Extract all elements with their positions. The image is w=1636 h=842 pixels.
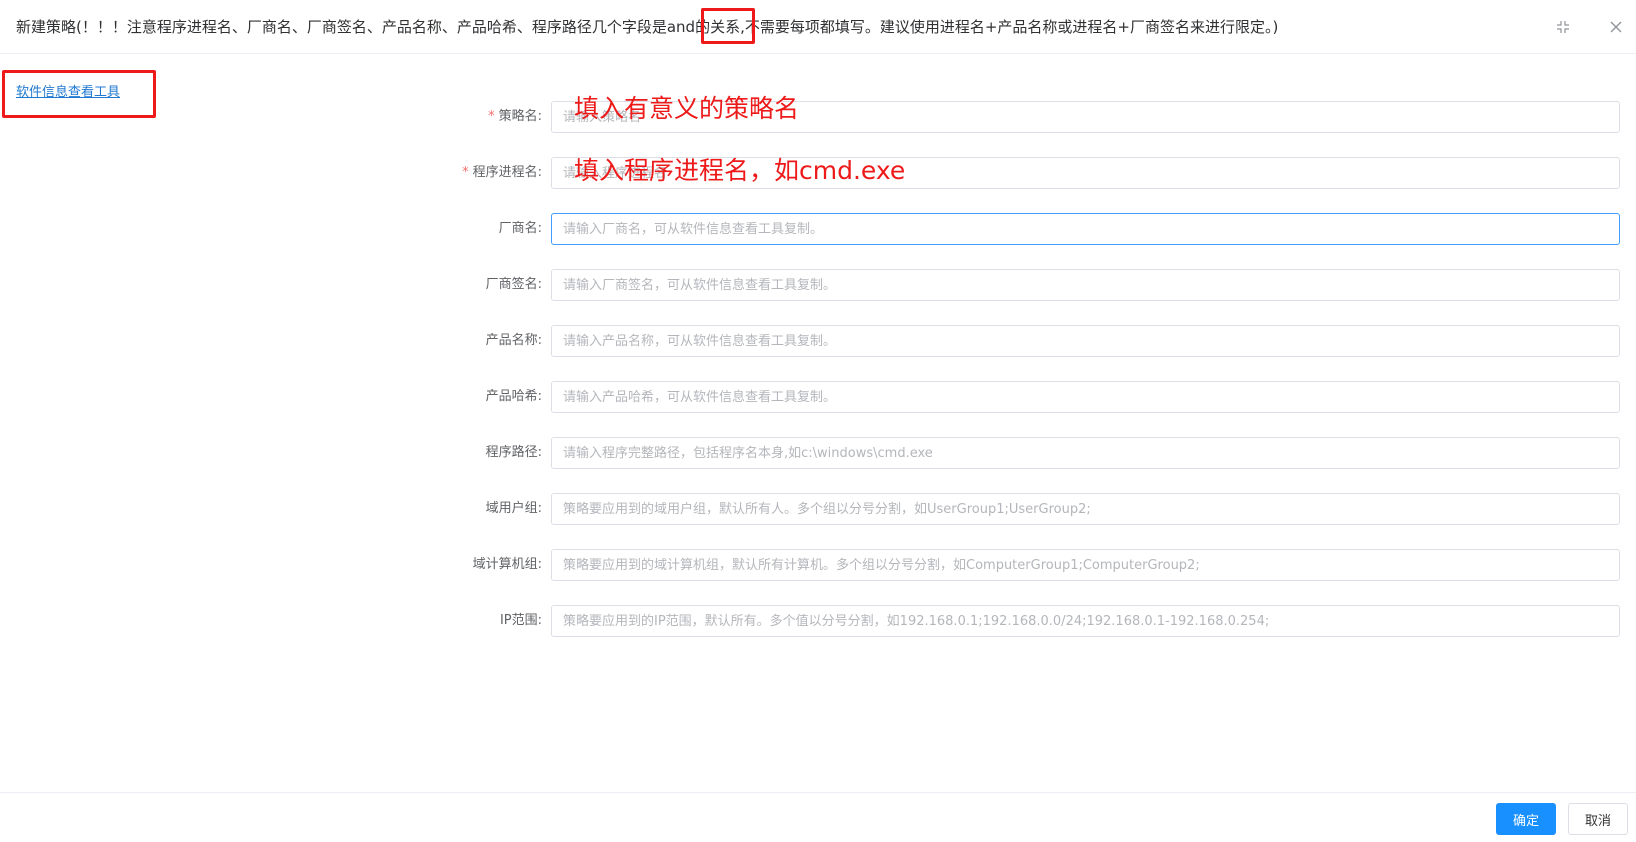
policy-name-label-text: 策略名: — [498, 109, 542, 124]
vendor-name-input[interactable] — [551, 213, 1620, 245]
form-row-vendor-name: 厂商名: — [0, 213, 1636, 245]
vendor-signature-input[interactable] — [551, 269, 1620, 301]
form-row-process-name: * 程序进程名: — [0, 157, 1636, 189]
policy-name-label: * 策略名: — [488, 101, 542, 133]
form-row-policy-name: * 策略名: — [0, 101, 1636, 133]
program-path-input[interactable] — [551, 437, 1620, 469]
vendor-signature-label: 厂商签名: — [485, 277, 542, 292]
domain-computer-group-input[interactable] — [551, 549, 1620, 581]
fullscreen-shrink-icon[interactable] — [1550, 14, 1576, 40]
vendor-name-label: 厂商名: — [498, 221, 542, 236]
product-hash-label: 产品哈希: — [485, 389, 542, 404]
form-row-vendor-signature: 厂商签名: — [0, 269, 1636, 301]
process-name-label: * 程序进程名: — [462, 157, 542, 189]
form-row-ip-range: IP范围: — [0, 605, 1636, 637]
dialog-footer — [0, 792, 1636, 842]
required-mark: * — [488, 109, 495, 124]
close-icon[interactable] — [1603, 14, 1629, 40]
form-row-domain-computer-group: 域计算机组: — [0, 549, 1636, 581]
policy-name-input[interactable] — [551, 101, 1620, 133]
product-name-label: 产品名称: — [485, 333, 542, 348]
form-row-domain-user-group: 域用户组: — [0, 493, 1636, 525]
domain-user-group-label: 域用户组: — [485, 501, 542, 516]
domain-user-group-input[interactable] — [551, 493, 1620, 525]
ip-range-label: IP范围: — [499, 613, 542, 628]
form-row-program-path: 程序路径: — [0, 437, 1636, 469]
dialog-title: 新建策略(！！！注意程序进程名、厂商名、厂商签名、产品名称、产品哈希、程序路径几… — [16, 18, 1279, 36]
required-mark: * — [462, 165, 469, 180]
product-name-input[interactable] — [551, 325, 1620, 357]
program-path-label: 程序路径: — [485, 445, 542, 460]
product-hash-input[interactable] — [551, 381, 1620, 413]
domain-computer-group-label: 域计算机组: — [472, 557, 542, 572]
form-row-product-hash: 产品哈希: — [0, 381, 1636, 413]
ip-range-input[interactable] — [551, 605, 1620, 637]
form-row-product-name: 产品名称: — [0, 325, 1636, 357]
process-name-label-text: 程序进程名: — [472, 165, 542, 180]
cancel-button[interactable]: 取消 — [1568, 803, 1628, 835]
software-info-tool-link[interactable]: 软件信息查看工具 — [16, 81, 120, 100]
confirm-button[interactable]: 确定 — [1496, 803, 1556, 835]
dialog-header: 新建策略(！！！注意程序进程名、厂商名、厂商签名、产品名称、产品哈希、程序路径几… — [0, 0, 1636, 54]
and-highlight-box — [701, 8, 755, 44]
process-name-input[interactable] — [551, 157, 1620, 189]
